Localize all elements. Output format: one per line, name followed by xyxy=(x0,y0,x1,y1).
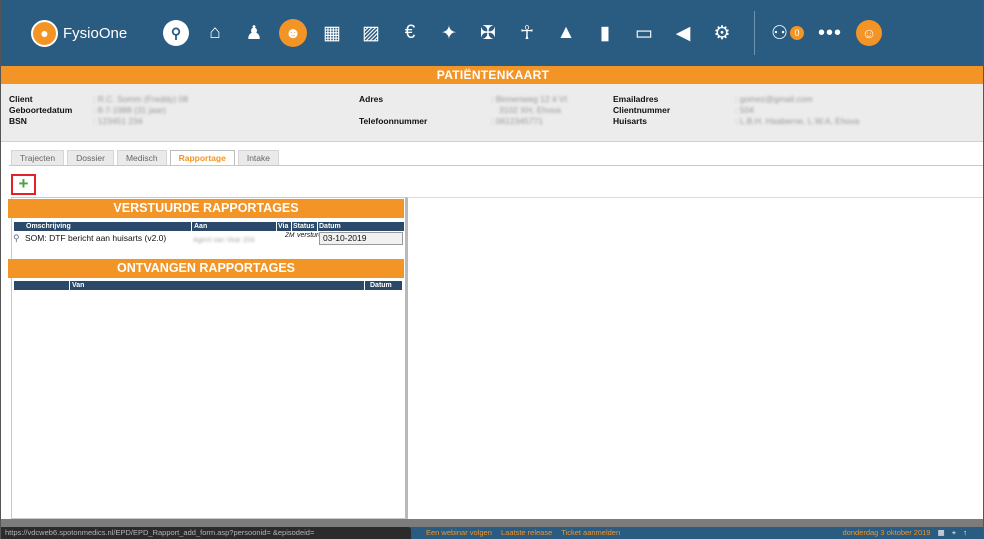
reply-icon[interactable]: ◀ xyxy=(666,16,700,50)
patient-tabs: Trajecten Dossier Medisch Rapportage Int… xyxy=(11,150,282,166)
tabs-divider xyxy=(9,165,983,166)
hierarchy-icon[interactable]: ▲ xyxy=(549,16,583,50)
more-icon[interactable]: ••• xyxy=(818,22,842,45)
sent-reports-heading: VERSTUURDE RAPPORTAGES xyxy=(8,199,404,218)
tab-medisch[interactable]: Medisch xyxy=(116,150,167,166)
gp-label: Huisarts xyxy=(613,116,648,126)
ticket-link[interactable]: Ticket aanmelden xyxy=(561,528,620,537)
avatar[interactable]: ☺ xyxy=(856,20,883,46)
status-bar: https://vdcweb6.spotonmedics.nl/EPD/EPD_… xyxy=(1,519,983,539)
bsn-label: BSN xyxy=(9,116,27,126)
support-badge: 0 xyxy=(790,26,805,40)
page-title: PATIËNTENKAART xyxy=(1,66,983,84)
add-report-button[interactable]: + xyxy=(11,174,36,195)
client-label: Client xyxy=(9,94,33,104)
app-name: FysioOne xyxy=(63,24,128,42)
top-navigation-bar: ● FysioOne ⚲ ⌂ ♟ ☻ ▦ ▨ € ✦ ✠ ☥ ▲ ▮ ▭ ◀ ⚙… xyxy=(1,0,983,66)
status-bar-divider xyxy=(1,519,983,527)
calendar-icon[interactable]: ▦ xyxy=(315,16,349,50)
report-via: ZM xyxy=(285,232,295,239)
patient-info-col-2: Adres: Binnenweg 12 4 VI 3102 XH, Ehova … xyxy=(359,94,567,127)
client-number-label: Clientnummer xyxy=(613,105,671,115)
figure-icon[interactable]: ☥ xyxy=(510,16,544,50)
app-logo[interactable]: ● FysioOne xyxy=(31,19,149,47)
birthdate-label: Geboortedatum xyxy=(9,105,73,115)
email-label: Emailadres xyxy=(613,94,659,104)
main-nav: ⚲ ⌂ ♟ ☻ ▦ ▨ € ✦ ✠ ☥ ▲ ▮ ▭ ◀ ⚙ xyxy=(159,16,744,50)
address-value: : Binnenweg 12 4 VI xyxy=(491,94,568,104)
plus-icon[interactable]: + xyxy=(952,528,956,537)
bsn-value: : 123451 234 xyxy=(93,116,143,126)
status-url: https://vdcweb6.spotonmedics.nl/EPD/EPD_… xyxy=(1,527,411,539)
col-from: Van xyxy=(72,282,85,289)
footer-links: Een webinar volgen Laatste release Ticke… xyxy=(426,527,627,539)
report-detail-panel xyxy=(408,197,983,519)
home-icon[interactable]: ⌂ xyxy=(198,16,232,50)
client-value: : R.C. Somm (Freddy) 08 xyxy=(93,94,188,104)
sent-reports-header: Omschrijving Aan Via Status Datum xyxy=(14,222,404,231)
patient-info-col-1: Client : R.C. Somm (Freddy) 08 Geboorteda… xyxy=(9,94,188,127)
address-value-2: 3102 XH, Ehova xyxy=(499,105,561,115)
address-label: Adres xyxy=(359,94,384,104)
group-icon[interactable]: ☻ xyxy=(279,19,307,47)
col-date: Datum xyxy=(319,223,341,230)
headset-icon: ⚇ xyxy=(771,22,789,44)
release-link[interactable]: Laatste release xyxy=(501,528,552,537)
support-button[interactable]: ⚇ 0 xyxy=(771,22,805,45)
status-date-area: donderdag 3 oktober 2019 ▦ + ↑ xyxy=(842,527,967,539)
person-icon[interactable]: ♟ xyxy=(237,16,271,50)
calendar-icon[interactable]: ▦ xyxy=(938,528,945,537)
col-description: Omschrijving xyxy=(26,223,71,230)
settings-icon[interactable]: ⚙ xyxy=(705,16,739,50)
col-via: Via xyxy=(278,223,289,230)
book-icon[interactable]: ▭ xyxy=(627,16,661,50)
tab-intake[interactable]: Intake xyxy=(237,150,279,166)
report-recipient: Agent van Vear 204 xyxy=(193,237,255,244)
handshake-icon[interactable]: ✦ xyxy=(432,16,466,50)
status-date: donderdag 3 oktober 2019 xyxy=(842,528,931,537)
col-to: Aan xyxy=(194,223,208,230)
email-value: : gomez@gmail.com xyxy=(735,94,813,104)
user-tools: ⚇ 0 ••• ☺ xyxy=(771,20,883,46)
view-report-icon[interactable]: ⚲ xyxy=(13,233,20,244)
phone-value: : 0612345771 xyxy=(491,116,543,126)
folder-icon[interactable]: ▨ xyxy=(354,16,388,50)
patient-info-panel: Client : R.C. Somm (Freddy) 08 Geboorteda… xyxy=(1,84,983,142)
birthdate-value: : 8-7-1988 (31 jaar) xyxy=(93,105,166,115)
webinar-link[interactable]: Een webinar volgen xyxy=(426,528,492,537)
gp-value: : L.B.H. Haaberne, L.W.A, Ehova xyxy=(735,116,860,126)
col-status: Status xyxy=(293,223,315,230)
logo-icon: ● xyxy=(31,19,58,47)
report-description: SOM: DTF bericht aan huisarts (v2.0) xyxy=(25,233,167,243)
bar-chart-icon[interactable]: ▮ xyxy=(588,16,622,50)
euro-icon[interactable]: € xyxy=(393,16,427,50)
pin-icon[interactable]: ↑ xyxy=(963,528,967,537)
received-reports-header: Van Datum xyxy=(14,281,402,290)
tab-dossier[interactable]: Dossier xyxy=(67,150,114,166)
running-icon[interactable]: ✠ xyxy=(471,16,505,50)
nav-divider xyxy=(754,11,755,55)
col-received-date: Datum xyxy=(370,282,392,289)
search-icon[interactable]: ⚲ xyxy=(163,20,189,46)
tab-rapportage[interactable]: Rapportage xyxy=(169,150,235,166)
received-reports-heading: ONTVANGEN RAPPORTAGES xyxy=(8,259,404,278)
patient-info-col-3: Emailadres : gomez@gmail.com Clientnummer… xyxy=(613,94,859,127)
table-row[interactable]: ⚲ SOM: DTF bericht aan huisarts (v2.0) A… xyxy=(13,232,403,246)
report-date: 03-10-2019 xyxy=(319,232,403,245)
tab-trajecten[interactable]: Trajecten xyxy=(11,150,65,166)
app-window: ● FysioOne ⚲ ⌂ ♟ ☻ ▦ ▨ € ✦ ✠ ☥ ▲ ▮ ▭ ◀ ⚙… xyxy=(0,0,984,539)
phone-label: Telefoonnummer xyxy=(359,116,428,126)
client-number-value: : 504 xyxy=(735,105,754,115)
